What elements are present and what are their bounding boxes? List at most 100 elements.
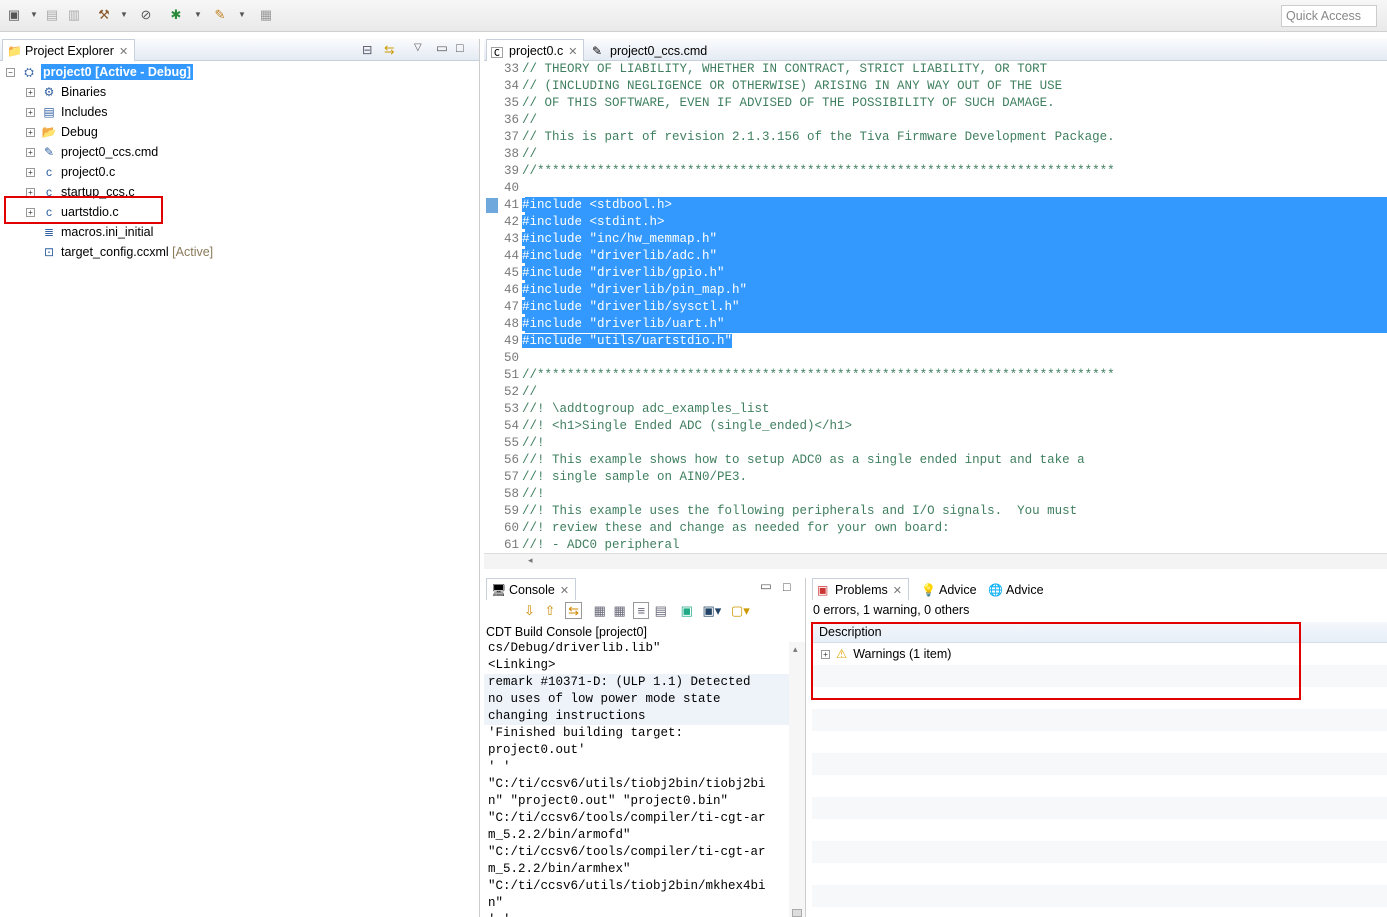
close-icon[interactable]: ✕ bbox=[893, 585, 902, 597]
code-text: // This is part of revision 2.1.3.156 of… bbox=[522, 130, 1115, 144]
code-line[interactable]: 56//! This example shows how to setup AD… bbox=[484, 452, 1387, 469]
tree-item[interactable]: + ⚙ Binaries bbox=[26, 82, 106, 102]
console-line: "C:/ti/ccsv6/utils/tiobj2bin/mkhex4bi bbox=[488, 879, 766, 893]
close-icon[interactable]: ✕ bbox=[119, 46, 128, 58]
tab-problems[interactable]: ▣ Problems ✕ bbox=[812, 578, 910, 600]
code-line[interactable]: 60//! review these and change as needed … bbox=[484, 520, 1387, 537]
code-line[interactable]: 42 #include <stdint.h> bbox=[484, 214, 1387, 231]
debug-bug-icon[interactable]: ✱ bbox=[168, 7, 184, 23]
save-icon[interactable]: ▤ bbox=[44, 7, 60, 23]
code-line[interactable]: 40 bbox=[484, 180, 1387, 197]
code-line[interactable]: 57//! single sample on AIN0/PE3. bbox=[484, 469, 1387, 486]
project-root[interactable]: − ⛭ project0 [Active - Debug] bbox=[6, 62, 193, 82]
expand-toggle-icon[interactable]: + bbox=[26, 88, 35, 98]
code-line[interactable]: 59//! This example uses the following pe… bbox=[484, 503, 1387, 520]
link-editor-icon[interactable]: ⇆ bbox=[384, 42, 394, 57]
line-number: 34 bbox=[503, 79, 519, 93]
editor-tabs: 🄲project0.c ✕ ✎ project0_ccs.cmd bbox=[484, 39, 1387, 61]
code-line[interactable]: 36// bbox=[484, 112, 1387, 129]
minimize-icon[interactable]: ▭ bbox=[436, 40, 448, 55]
includes-icon: ▤ bbox=[43, 105, 55, 119]
code-line[interactable]: 44 #include "driverlib/adc.h" bbox=[484, 248, 1387, 265]
open-console-icon[interactable]: ▢▾ bbox=[731, 603, 750, 618]
show-on-output-icon[interactable]: ▦ bbox=[594, 603, 606, 618]
close-icon[interactable]: ✕ bbox=[560, 585, 569, 597]
code-line[interactable]: 54//! <h1>Single Ended ADC (single_ended… bbox=[484, 418, 1387, 435]
tree-item[interactable]: ⊡ target_config.ccxml [Active] bbox=[26, 242, 213, 262]
code-line[interactable]: 50 bbox=[484, 350, 1387, 367]
flash-dropdown-icon[interactable]: ▼ bbox=[234, 7, 250, 23]
tab-project-explorer[interactable]: 📁 Project Explorer ✕ bbox=[2, 39, 136, 61]
console-output[interactable]: cs/Debug/driverlib.lib" <Linking> remark #… bbox=[484, 642, 789, 917]
expand-toggle-icon[interactable]: + bbox=[26, 128, 35, 138]
collapse-toggle-icon[interactable]: − bbox=[6, 68, 15, 78]
line-number: 58 bbox=[503, 487, 519, 501]
horizontal-scrollbar[interactable]: ◂ bbox=[484, 553, 1387, 569]
scroll-down-icon[interactable]: ⇩ bbox=[524, 603, 535, 618]
line-number: 40 bbox=[503, 181, 519, 195]
minimize-icon[interactable]: ▭ bbox=[760, 578, 772, 593]
expand-toggle-icon[interactable]: + bbox=[26, 108, 35, 118]
tab-project0-ccs-cmd[interactable]: ✎ project0_ccs.cmd bbox=[587, 39, 714, 61]
tab-advice-1[interactable]: 💡 Advice bbox=[916, 578, 984, 600]
scroll-lock-icon[interactable]: ⇆ bbox=[565, 602, 582, 619]
code-text: //! bbox=[522, 487, 545, 501]
code-line[interactable]: 39//************************************… bbox=[484, 163, 1387, 180]
tree-item[interactable]: + ✎ project0_ccs.cmd bbox=[26, 142, 158, 162]
code-line[interactable]: 55//! bbox=[484, 435, 1387, 452]
tree-item[interactable]: + c project0.c bbox=[26, 162, 115, 182]
line-number: 47 bbox=[503, 300, 519, 314]
collapse-all-icon[interactable]: ⊟ bbox=[362, 42, 372, 57]
tab-console[interactable]: 🖥 Console ✕ bbox=[486, 578, 577, 600]
code-line[interactable]: 34// (INCLUDING NEGLIGENCE OR OTHERWISE)… bbox=[484, 78, 1387, 95]
binaries-icon: ⚙ bbox=[43, 85, 55, 99]
code-line[interactable]: 48 #include "driverlib/uart.h" bbox=[484, 316, 1387, 333]
build-dropdown-icon[interactable]: ▼ bbox=[116, 7, 132, 23]
code-line[interactable]: 61//! - ADC0 peripheral bbox=[484, 537, 1387, 553]
code-line[interactable]: 35// OF THIS SOFTWARE, EVEN IF ADVISED O… bbox=[484, 95, 1387, 112]
tree-item[interactable]: + 📂 Debug bbox=[26, 122, 98, 142]
new-console-icon[interactable]: ▣ bbox=[681, 603, 693, 618]
display-console-icon[interactable]: ▣▾ bbox=[703, 603, 722, 618]
maximize-icon[interactable]: □ bbox=[783, 580, 791, 594]
code-line[interactable]: 38// bbox=[484, 146, 1387, 163]
code-line[interactable]: 58//! bbox=[484, 486, 1387, 503]
code-line[interactable]: 45 #include "driverlib/gpio.h" bbox=[484, 265, 1387, 282]
ccs-project-icon: ⛭ bbox=[24, 65, 34, 79]
tree-item[interactable]: ≣ macros.ini_initial bbox=[26, 222, 153, 242]
pin-icon[interactable]: ▦ bbox=[614, 603, 626, 618]
code-line[interactable]: 33// THEORY OF LIABILITY, WHETHER IN CON… bbox=[484, 61, 1387, 78]
code-line[interactable]: 41 #include <stdbool.h> bbox=[484, 197, 1387, 214]
code-line[interactable]: 47 #include "driverlib/sysctl.h" bbox=[484, 299, 1387, 316]
build-hammer-icon[interactable]: ⚒ bbox=[96, 7, 112, 23]
scroll-up-icon[interactable]: ⇧ bbox=[545, 603, 556, 618]
vertical-scrollbar[interactable]: ▴ bbox=[789, 642, 805, 917]
code-line[interactable]: 49 #include "utils/uartstdio.h" bbox=[484, 333, 1387, 350]
debug-dropdown-icon[interactable]: ▼ bbox=[190, 7, 206, 23]
save-all-icon[interactable]: ▥ bbox=[66, 7, 82, 23]
quick-access-input[interactable]: Quick Access bbox=[1281, 5, 1377, 27]
view-menu-icon[interactable]: ▽ bbox=[414, 42, 422, 53]
expand-toggle-icon[interactable]: + bbox=[26, 168, 35, 178]
code-area[interactable]: 33// THEORY OF LIABILITY, WHETHER IN CON… bbox=[484, 61, 1387, 553]
word-wrap-icon[interactable]: ≡ bbox=[633, 602, 650, 619]
maximize-icon[interactable]: □ bbox=[456, 41, 464, 55]
code-line[interactable]: 37// This is part of revision 2.1.3.156 … bbox=[484, 129, 1387, 146]
close-icon[interactable]: ✕ bbox=[568, 46, 577, 58]
expand-toggle-icon[interactable]: + bbox=[26, 148, 35, 158]
tab-advice-2[interactable]: 🌐 Advice bbox=[983, 578, 1051, 600]
tree-item[interactable]: + ▤ Includes bbox=[26, 102, 108, 122]
code-line[interactable]: 43 #include "inc/hw_memmap.h" bbox=[484, 231, 1387, 248]
search-icon[interactable]: ⊘ bbox=[138, 7, 154, 23]
clear-console-icon[interactable]: ▤ bbox=[655, 603, 667, 618]
code-line[interactable]: 53//! \addtogroup adc_examples_list bbox=[484, 401, 1387, 418]
code-line[interactable]: 52// bbox=[484, 384, 1387, 401]
code-line[interactable]: 46 #include "driverlib/pin_map.h" bbox=[484, 282, 1387, 299]
new-dropdown-icon[interactable]: ▼ bbox=[26, 7, 42, 23]
new-icon[interactable]: ▣ bbox=[6, 7, 22, 23]
code-line[interactable]: 51//************************************… bbox=[484, 367, 1387, 384]
view-icon[interactable]: ▦ bbox=[258, 7, 274, 23]
flashlight-icon[interactable]: ✎ bbox=[212, 7, 228, 23]
project-label: project0 [Active - Debug] bbox=[41, 64, 193, 80]
tab-project0-c[interactable]: 🄲project0.c ✕ bbox=[486, 39, 585, 61]
